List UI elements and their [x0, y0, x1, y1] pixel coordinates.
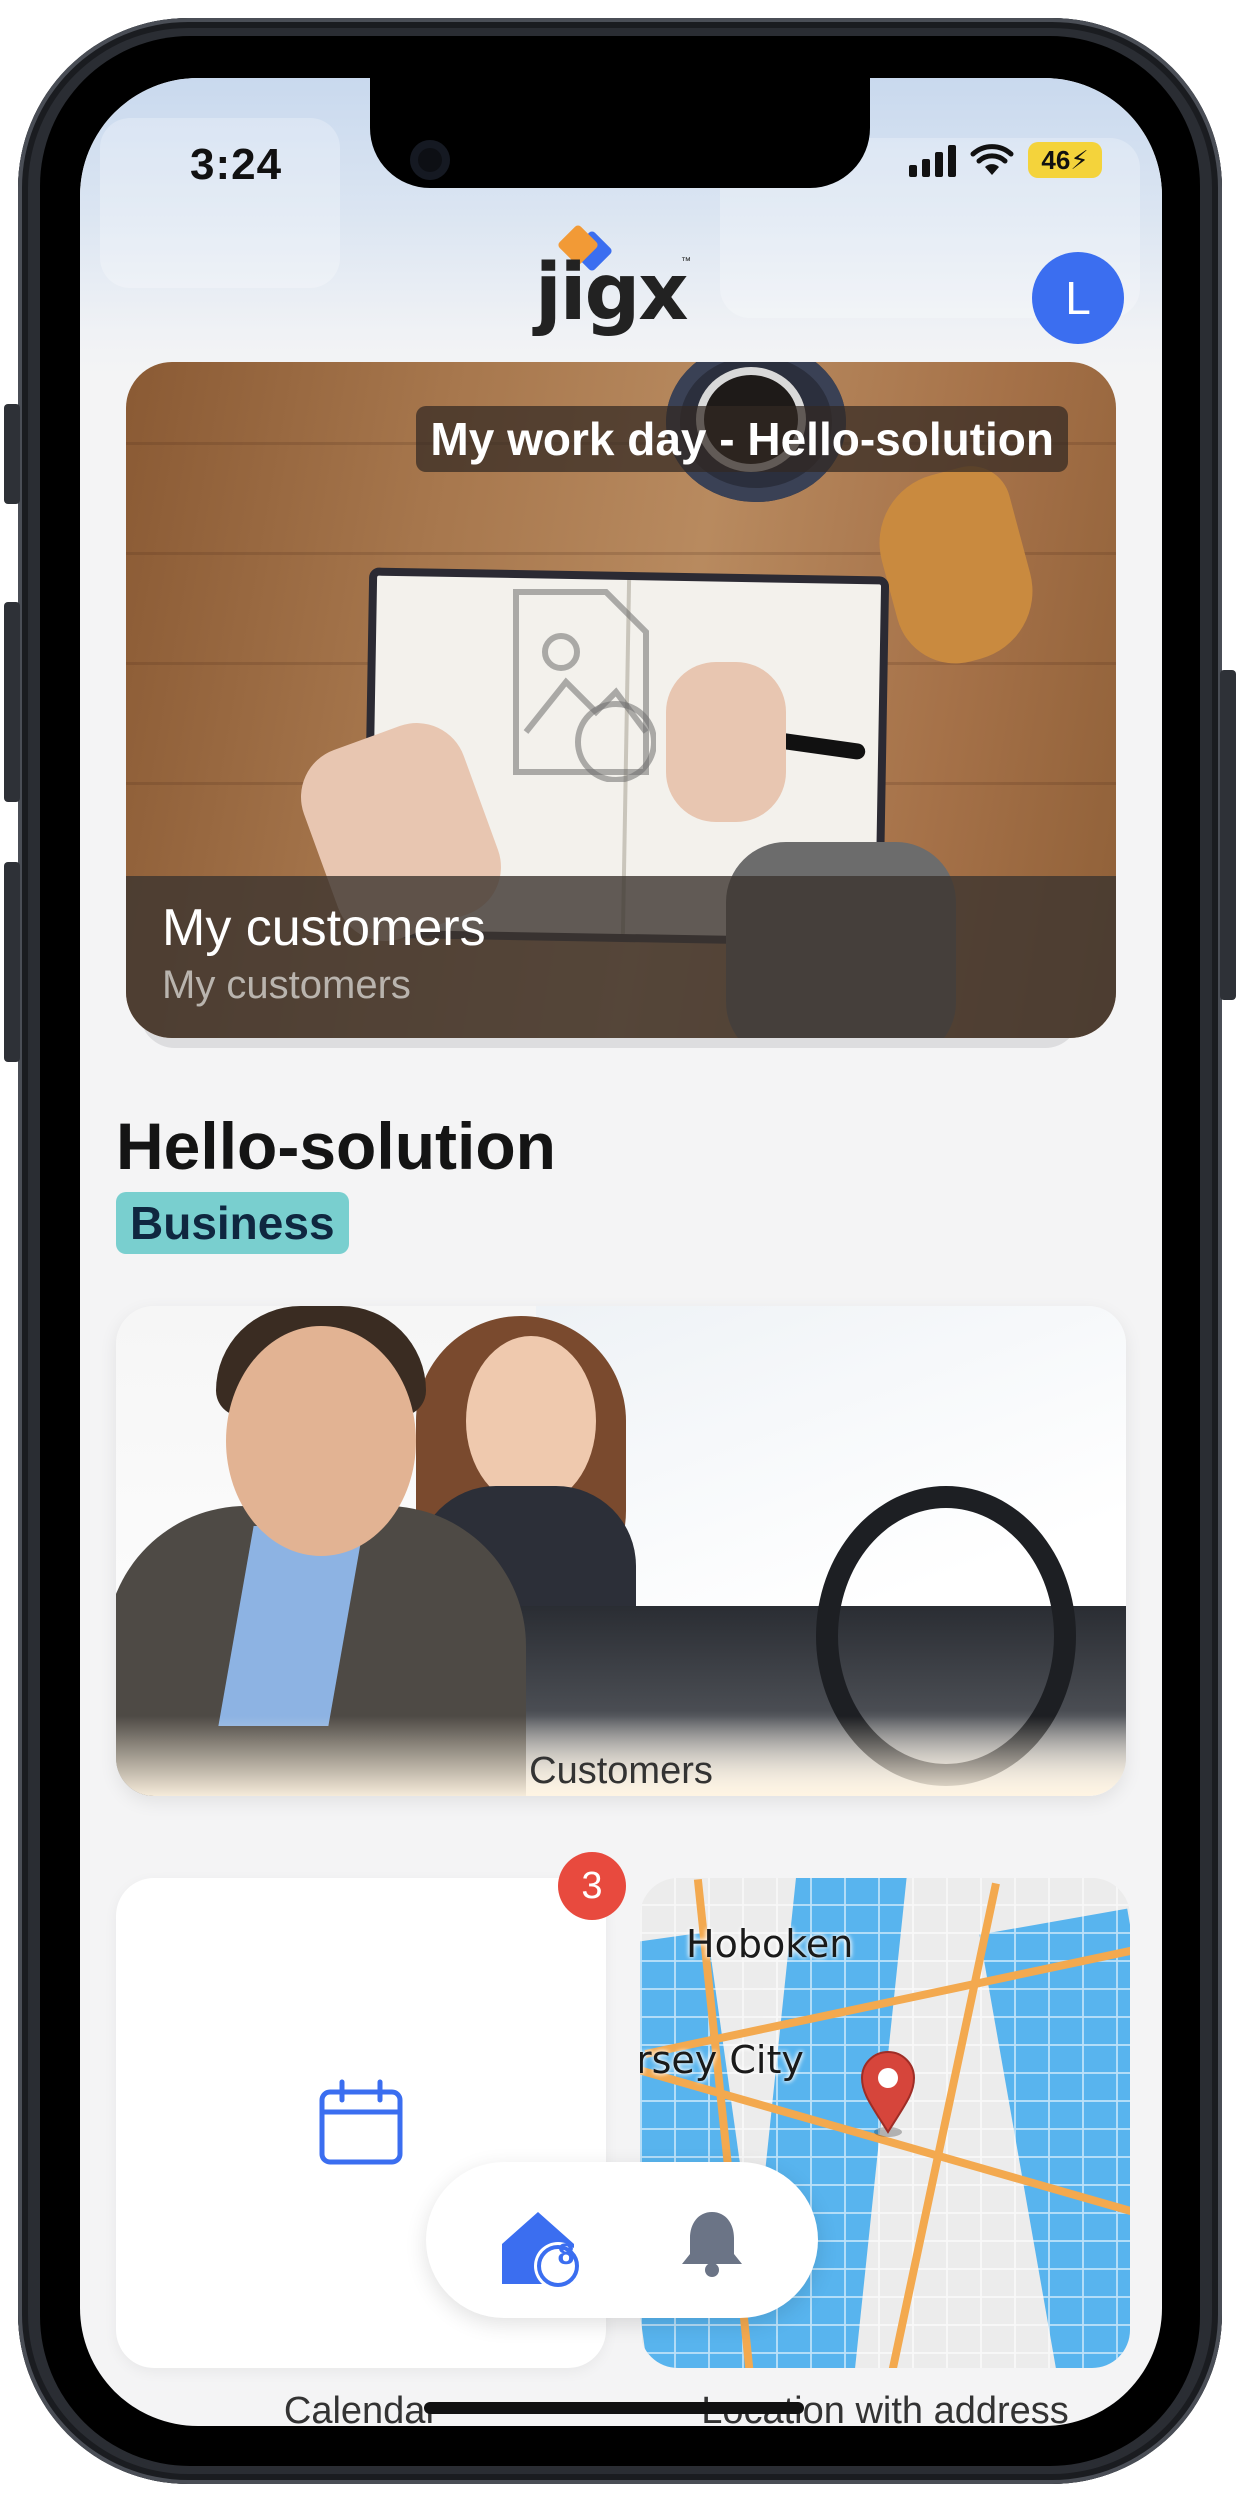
customers-tile-label: Customers: [529, 1750, 713, 1792]
avatar-initial: L: [1065, 272, 1091, 324]
woman-face-image: [466, 1336, 596, 1506]
croissant-image: [863, 457, 1049, 677]
solution-title: Hello-solution: [116, 1109, 556, 1183]
home-badge: 8: [557, 2238, 575, 2271]
logo-trademark: ™: [681, 256, 691, 267]
silent-switch: [4, 404, 20, 504]
battery-icon: 46 ⚡: [1028, 142, 1102, 178]
front-camera: [410, 140, 450, 180]
battery-level: 46: [1041, 144, 1071, 175]
app-screen: 3:24 46 ⚡ jigx ™ L My work day - Hello-s…: [80, 78, 1162, 2426]
volume-up-button: [4, 602, 20, 802]
wifi-icon: [970, 144, 1014, 175]
volume-down-button: [4, 862, 20, 1062]
bottom-nav: 8: [426, 2162, 818, 2318]
calendar-icon: [319, 2079, 403, 2165]
image-placeholder-icon: [513, 589, 656, 782]
map-label-jersey-city: rsey City: [640, 2038, 804, 2082]
hand-image: [666, 662, 786, 822]
status-time: 3:24: [190, 140, 283, 189]
man-face-image: [226, 1326, 416, 1556]
bell-icon[interactable]: [676, 2206, 748, 2278]
power-button: [1220, 670, 1236, 1000]
cellular-signal-icon: [909, 143, 956, 177]
hero-card[interactable]: My work day - Hello-solution My customer…: [126, 362, 1116, 1038]
status-icons: 46 ⚡: [909, 142, 1102, 178]
logo-text: jigx: [535, 248, 689, 338]
hero-caption-title: My customers: [162, 899, 486, 957]
customers-tile[interactable]: [116, 1306, 1126, 1796]
hero-caption-subtitle: My customers: [162, 963, 411, 1007]
hero-caption: My customers My customers: [126, 876, 1116, 1038]
jigx-logo: jigx ™: [535, 223, 695, 338]
avatar[interactable]: L: [1032, 252, 1124, 344]
hero-title: My work day - Hello-solution: [416, 406, 1068, 472]
home-indicator: [424, 2402, 804, 2414]
map-pin-icon: [860, 2051, 916, 2137]
calendar-notification-badge: 3: [558, 1852, 626, 1920]
solution-badge: Business: [116, 1192, 349, 1254]
map-label-hoboken: Hoboken: [686, 1922, 854, 1966]
